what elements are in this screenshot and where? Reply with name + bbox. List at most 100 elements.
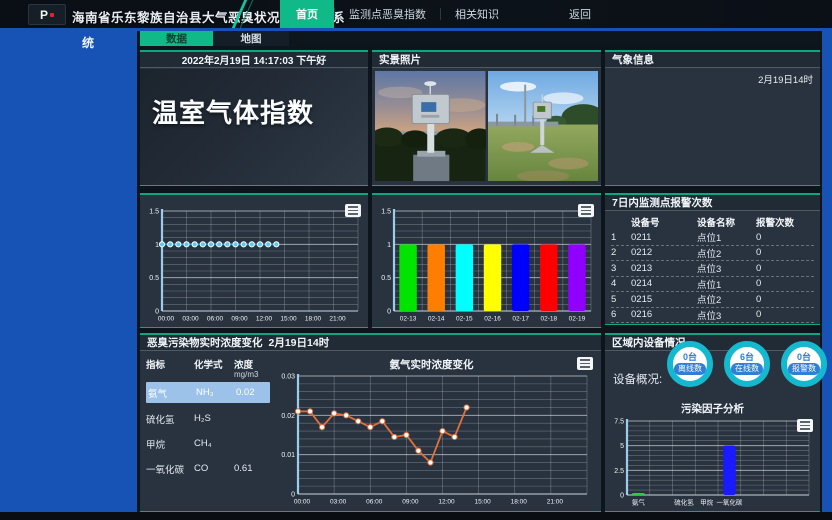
svg-text:1.5: 1.5: [381, 209, 391, 216]
svg-text:7.5: 7.5: [614, 419, 624, 426]
alarm-table: 设备号 设备名称 报警次数 10211点位10 20212点位20 30213点…: [605, 211, 820, 323]
svg-text:12:00: 12:00: [256, 316, 273, 323]
dashboard: P 海南省乐东黎族自治县大气恶臭状况实时发布系 首页 监测点恶臭指数 相关知识 …: [0, 0, 832, 520]
col-concentration: 浓度: [234, 357, 270, 371]
odor-table: 指标 化学式 浓度 mg/m3 氨气NH₃0.02 硫化氢H₂S 甲烷CH₄ 一…: [146, 357, 270, 478]
svg-text:00:00: 00:00: [158, 316, 175, 323]
odor-table-header: 指标 化学式 浓度 mg/m3: [146, 357, 270, 379]
device-overview-label: 设备概况:: [613, 371, 662, 387]
svg-text:02-14: 02-14: [428, 316, 445, 323]
chart-menu-icon[interactable]: [577, 357, 593, 370]
chart-menu-icon[interactable]: [345, 204, 361, 217]
odor-row-co[interactable]: 一氧化碳CO0.61: [146, 459, 270, 478]
table-row: 20212点位20: [611, 246, 814, 262]
svg-text:02-16: 02-16: [484, 316, 501, 323]
col-alarm-count: 报警次数: [756, 215, 814, 229]
logo-glyph: P: [40, 9, 48, 21]
device-stats: 0台 离线数 6台 在线数 0台 报警数: [667, 341, 827, 387]
devices-panel: 区域内设备情况 设备概况: 0台 离线数 6台 在线数 0台 报警数 污染因子分…: [605, 333, 820, 512]
svg-text:15:00: 15:00: [280, 316, 297, 323]
svg-text:0: 0: [155, 309, 159, 316]
col-device-id: 设备号: [631, 215, 697, 229]
svg-text:03:00: 03:00: [330, 499, 347, 506]
svg-text:1: 1: [155, 242, 159, 249]
chart-menu-icon[interactable]: [797, 419, 813, 432]
top-header: P 海南省乐东黎族自治县大气恶臭状况实时发布系 首页 监测点恶臭指数 相关知识 …: [0, 0, 832, 28]
svg-text:00:00: 00:00: [294, 499, 311, 506]
factor-analysis-title: 污染因子分析: [605, 401, 820, 416]
svg-text:0.02: 0.02: [281, 413, 295, 420]
ammonia-chart-title: 氨气实时浓度变化: [272, 357, 591, 372]
device-stat-offline: 0台 离线数: [667, 341, 713, 387]
odor-row-h2s[interactable]: 硫化氢H₂S: [146, 409, 270, 428]
right-edge-strip: [822, 32, 832, 512]
svg-text:0.01: 0.01: [281, 452, 295, 459]
photos-title: 实景照片: [372, 52, 601, 68]
svg-text:氨气: 氨气: [632, 498, 646, 507]
nav-item-odor-index[interactable]: 监测点恶臭指数: [335, 0, 440, 28]
weather-body: 2月19日14时: [605, 69, 820, 185]
svg-text:1.5: 1.5: [149, 209, 159, 216]
col-formula: 化学式: [194, 357, 234, 371]
odor-row-ch4[interactable]: 甲烷CH₄: [146, 434, 270, 453]
daily-index-bar-chart: 0 0.5 1 1.5 02-13 02-14 02-15 02-16 02-17 02-18 02…: [374, 203, 598, 325]
svg-text:1: 1: [387, 242, 391, 249]
chart-menu-icon[interactable]: [578, 204, 594, 217]
odor-row-ammonia[interactable]: 氨气NH₃0.02: [146, 382, 270, 403]
table-row: 30213点位30: [611, 261, 814, 277]
svg-text:一氧化碳: 一氧化碳: [716, 498, 743, 507]
tab-data[interactable]: 数据: [140, 31, 213, 46]
odor-panel-head: 恶臭污染物实时浓度变化 2月19日14时: [140, 335, 601, 351]
svg-text:21:00: 21:00: [329, 316, 346, 323]
greenhouse-panel: 2022年2月19日 14:17:03 下午好 温室气体指数: [140, 50, 368, 186]
odor-time: 2月19日14时: [269, 335, 330, 350]
bottom-edge-strip: [0, 512, 832, 520]
svg-text:02-19: 02-19: [569, 316, 586, 323]
alarm-table-panel: 7日内监测点报警次数 设备号 设备名称 报警次数 10211点位10 20212…: [605, 193, 820, 325]
svg-text:0.5: 0.5: [381, 275, 391, 282]
col-indicator: 指标: [146, 357, 194, 371]
table-row: 10211点位10: [611, 230, 814, 246]
svg-text:15:00: 15:00: [474, 499, 491, 506]
ammonia-line-chart: 00.010.020.0300:0003:0006:0009:0012:0015…: [272, 371, 594, 509]
svg-text:03:00: 03:00: [182, 316, 199, 323]
svg-text:02-13: 02-13: [400, 316, 417, 323]
svg-text:甲烷: 甲烷: [700, 498, 714, 507]
site-photo-sunset: [375, 71, 486, 181]
svg-text:21:00: 21:00: [547, 499, 564, 506]
svg-text:2.5: 2.5: [614, 468, 624, 475]
svg-text:02-15: 02-15: [456, 316, 473, 323]
daily-bar-panel: 0 0.5 1 1.5 02-13 02-14 02-15 02-16 02-17 02-18 02…: [372, 193, 601, 328]
nav-item-back[interactable]: 返回: [555, 0, 605, 28]
svg-text:0.03: 0.03: [281, 374, 295, 381]
factor-bar-chart: 0 2.5 5 7.5 氨气 硫化氢甲烷一氧化碳: [607, 415, 816, 509]
table-row: 60216点位30: [611, 308, 814, 324]
svg-text:02-18: 02-18: [540, 316, 557, 323]
logo[interactable]: P: [28, 4, 66, 25]
main-nav: 首页 监测点恶臭指数 相关知识 返回: [280, 0, 605, 28]
svg-text:02-17: 02-17: [512, 316, 529, 323]
greenhouse-line-chart: 00.511.500:0003:0006:0009:0012:0015:0018…: [142, 203, 365, 325]
weather-time: 2月19日14时: [758, 72, 813, 86]
svg-text:0.5: 0.5: [149, 275, 159, 282]
svg-text:18:00: 18:00: [305, 316, 322, 323]
greenhouse-index-title: 温室气体指数: [152, 93, 314, 130]
svg-text:硫化氢: 硫化氢: [674, 498, 694, 507]
nav-item-knowledge[interactable]: 相关知识: [441, 0, 513, 28]
left-sidebar: 统: [0, 32, 137, 512]
svg-text:5: 5: [620, 443, 624, 450]
device-stat-online: 6台 在线数: [724, 341, 770, 387]
tab-map[interactable]: 地图: [213, 31, 289, 46]
svg-text:0: 0: [620, 493, 624, 500]
svg-text:0: 0: [291, 492, 295, 499]
svg-text:06:00: 06:00: [366, 499, 383, 506]
weather-title: 气象信息: [605, 52, 820, 68]
weather-panel: 气象信息 2月19日14时: [605, 50, 820, 186]
svg-text:0: 0: [387, 309, 391, 316]
site-photos: [375, 71, 598, 181]
svg-text:09:00: 09:00: [402, 499, 419, 506]
nav-item-home[interactable]: 首页: [280, 0, 334, 28]
svg-text:06:00: 06:00: [207, 316, 224, 323]
greenhouse-body: 温室气体指数: [140, 69, 368, 185]
tab-bar: 数据 地图: [137, 31, 822, 46]
